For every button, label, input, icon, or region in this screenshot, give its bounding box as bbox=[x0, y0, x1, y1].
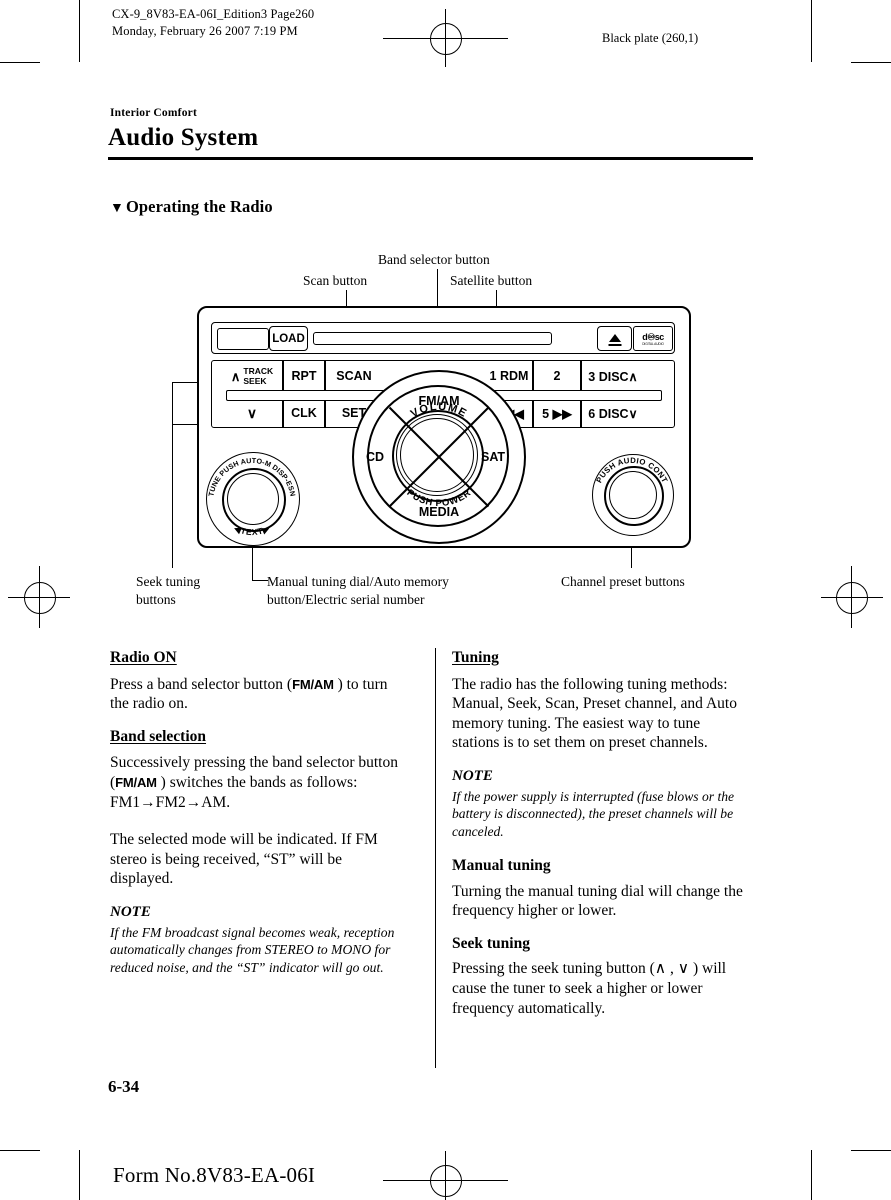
preset-5-button[interactable]: 5 ▶▶ bbox=[534, 406, 580, 421]
cd-insert-slot[interactable] bbox=[313, 332, 552, 345]
push-power-label: PUSH POWER bbox=[405, 487, 474, 509]
callout-manual-tuning-line-1: Manual tuning dial/Auto memory bbox=[267, 574, 449, 589]
compact-disc-logo: d♾sc DIGITAL AUDIO bbox=[633, 326, 673, 351]
callout-seek-tuning-line-1: Seek tuning bbox=[136, 574, 201, 589]
crop-mark-right-lower bbox=[851, 1150, 891, 1151]
crop-mark-left-upper bbox=[0, 62, 40, 63]
callout-band-selector-button: Band selector button bbox=[378, 252, 490, 267]
load-button[interactable]: LOAD bbox=[269, 326, 308, 351]
preset-3-button[interactable]: 3 DISC∧ bbox=[582, 369, 644, 384]
preset-2-button[interactable]: 2 bbox=[534, 369, 580, 383]
crop-mark-bottom-left bbox=[79, 1150, 80, 1200]
callout-manual-tuning-dial: Manual tuning dial/Auto memory button/El… bbox=[267, 573, 449, 609]
leader-seek-bracket-v bbox=[172, 382, 173, 568]
heading-radio-on: Radio ON bbox=[110, 649, 177, 666]
push-audio-cont-label: PUSH AUDIO CONT bbox=[594, 456, 669, 485]
callout-manual-tuning-line-2: button/Electric serial number bbox=[267, 592, 425, 607]
note-heading-left: NOTE bbox=[110, 903, 151, 920]
crop-mark-right-upper bbox=[851, 62, 891, 63]
svg-text:DIGITAL AUDIO: DIGITAL AUDIO bbox=[642, 342, 664, 346]
heading-band-selection: Band selection bbox=[110, 727, 207, 745]
callout-channel-preset-buttons: Channel preset buttons bbox=[561, 574, 685, 589]
paragraph-selected-mode: The selected mode will be indicated. If … bbox=[110, 831, 378, 888]
header-document-id: CX-9_8V83-EA-06I_Edition3 Page260 Monday… bbox=[112, 6, 314, 40]
header-doc-line-1: CX-9_8V83-EA-06I_Edition3 Page260 bbox=[112, 7, 315, 21]
manual-page: CX-9_8V83-EA-06I_Edition3 Page260 Monday… bbox=[0, 0, 891, 1200]
eject-icon-bar bbox=[608, 344, 621, 346]
heading-seek-tuning: Seek tuning bbox=[452, 934, 530, 952]
heading-tuning: Tuning bbox=[452, 649, 499, 666]
triangle-down-icon: ▼ bbox=[110, 201, 124, 216]
audio-control-knob-group[interactable]: PUSH AUDIO CONT bbox=[592, 454, 674, 536]
audio-knob-labels: PUSH AUDIO CONT bbox=[594, 456, 669, 485]
note-heading-right: NOTE bbox=[452, 767, 493, 784]
paragraph-seek-tuning: Pressing the seek tuning button (∧ , ∨ )… bbox=[452, 960, 727, 1017]
svg-text:d♾sc: d♾sc bbox=[642, 332, 664, 342]
reg-circle-bottom bbox=[430, 1165, 462, 1197]
seek-down-button[interactable]: ∨ bbox=[224, 405, 280, 422]
volume-label: VOLUME bbox=[409, 401, 470, 420]
callout-satellite-button: Satellite button bbox=[450, 273, 533, 288]
note-body-right: If the power supply is interrupted (fuse… bbox=[452, 788, 735, 839]
radio-on-text-a: Press a band selector button ( bbox=[110, 675, 293, 693]
header-doc-line-2: Monday, February 26 2007 7:19 PM bbox=[112, 24, 298, 38]
paragraph-manual-tuning: Turning the manual tuning dial will chan… bbox=[452, 882, 743, 920]
fm-am-inline-button-2: FM/AM bbox=[115, 774, 157, 790]
right-text-column: Tuning The radio has the following tunin… bbox=[452, 648, 743, 1031]
mode-selector-dial[interactable]: FM/AM CD SAT MEDIA VOLUME PUSH POWER bbox=[352, 370, 526, 544]
reg-circle-left bbox=[24, 582, 56, 614]
section-kicker: Interior Comfort bbox=[110, 107, 197, 119]
paragraph-tuning-methods: The radio has the following tuning metho… bbox=[452, 675, 737, 752]
callout-seek-tuning-line-2: buttons bbox=[136, 592, 176, 607]
tune-arc-top-label: TUNE PUSH AUTO-M DISP-ESN bbox=[206, 456, 297, 497]
form-number: Form No.8V83-EA-06I bbox=[113, 1163, 316, 1187]
eject-icon bbox=[608, 333, 621, 342]
dial-inner-labels: VOLUME PUSH POWER bbox=[405, 401, 474, 509]
tuning-knob-labels: TUNE PUSH AUTO-M DISP-ESN ◀TEXT▶ bbox=[206, 456, 297, 538]
manual-tuning-knob-group[interactable]: TUNE PUSH AUTO-M DISP-ESN ◀TEXT▶ bbox=[206, 452, 300, 546]
reg-circle-top bbox=[430, 23, 462, 55]
header-plate-info: Black plate (260,1) bbox=[602, 31, 699, 45]
crop-mark-top-right bbox=[811, 0, 812, 62]
paragraph-radio-on: Press a band selector button (FM/AM ) to… bbox=[110, 675, 401, 714]
display-slot bbox=[217, 327, 269, 350]
chevron-up-icon: ∧ bbox=[230, 368, 241, 384]
leader-manual-tuning-h bbox=[252, 580, 268, 581]
text-arc-bottom-label: ◀TEXT▶ bbox=[232, 523, 272, 538]
callout-seek-tuning-buttons: Seek tuning buttons bbox=[136, 573, 200, 609]
callout-scan-button: Scan button bbox=[303, 273, 368, 288]
clk-button[interactable]: CLK bbox=[284, 406, 324, 420]
column-divider bbox=[435, 648, 436, 1068]
subsection-heading: ▼ Operating the Radio bbox=[110, 197, 273, 217]
crop-mark-bottom-right bbox=[811, 1150, 812, 1200]
seek-label: SEEK bbox=[243, 375, 267, 386]
track-seek-button[interactable]: ∧ TRACK SEEK bbox=[224, 366, 280, 386]
heading-manual-tuning: Manual tuning bbox=[452, 857, 551, 875]
subsection-heading-label: Operating the Radio bbox=[125, 197, 273, 216]
cd-digital-audio-icon: d♾sc DIGITAL AUDIO bbox=[642, 332, 665, 346]
fm-am-inline-button-1: FM/AM bbox=[292, 676, 334, 692]
paragraph-band-selection: Successively pressing the band selector … bbox=[110, 753, 401, 812]
note-body-left: If the FM broadcast signal becomes weak,… bbox=[110, 924, 395, 975]
crop-mark-top-left bbox=[79, 0, 80, 62]
left-text-column: Radio ON Press a band selector button (F… bbox=[110, 648, 401, 986]
page-title: Audio System bbox=[108, 124, 259, 151]
preset-6-button[interactable]: 6 DISC∨ bbox=[582, 406, 644, 421]
head-unit-top-panel: LOAD d♾sc DIGITAL AUDIO bbox=[211, 322, 675, 354]
rpt-button[interactable]: RPT bbox=[284, 369, 324, 383]
title-rule bbox=[108, 157, 753, 160]
radio-figure: Band selector button Scan button Satelli… bbox=[0, 0, 891, 1200]
reg-circle-right bbox=[836, 582, 868, 614]
eject-button[interactable] bbox=[597, 326, 632, 351]
crop-mark-left-lower bbox=[0, 1150, 40, 1151]
page-number: 6-34 bbox=[108, 1077, 140, 1096]
